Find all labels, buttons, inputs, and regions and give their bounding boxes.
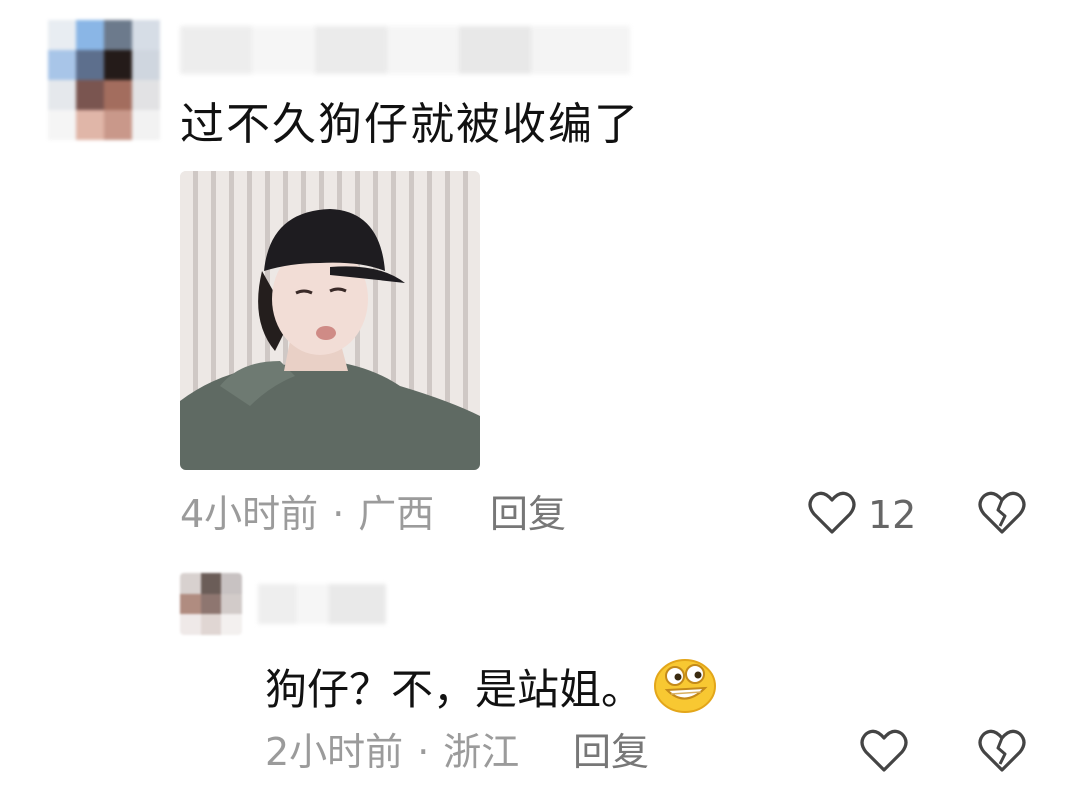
like-button[interactable]: 12 — [808, 490, 916, 540]
comment-text: 过不久狗仔就被收编了 — [180, 99, 640, 150]
comment-image[interactable] — [180, 171, 480, 470]
reply-meta: 2小时前 · 浙江 — [265, 730, 519, 774]
comment-thread: 过不久狗仔就被收编了 4小时前 · 广西 回复 12 狗仔？不，是站姐。 2小时… — [0, 0, 1084, 799]
reply-location: 浙江 — [443, 730, 520, 774]
meta-separator: · — [417, 730, 430, 774]
broken-heart-icon — [978, 491, 1026, 540]
reply-dislike-button[interactable] — [978, 728, 1026, 778]
meta-separator: · — [332, 492, 345, 536]
heart-icon — [808, 490, 856, 540]
like-count: 12 — [868, 493, 917, 537]
comment-location: 广西 — [358, 492, 435, 536]
comment-time: 4小时前 — [180, 492, 319, 536]
reply-text-row: 狗仔？不，是站姐。 — [265, 654, 717, 725]
reply-reply-button[interactable]: 回复 — [573, 730, 649, 774]
reply-time: 2小时前 — [265, 730, 404, 774]
reply-username-blurred[interactable] — [258, 584, 386, 624]
comment-meta: 4小时前 · 广西 — [180, 492, 434, 536]
heart-icon — [860, 728, 908, 778]
username-blurred[interactable] — [180, 26, 630, 74]
reply-text: 狗仔？不，是站姐。 — [265, 664, 644, 714]
avatar[interactable] — [48, 20, 160, 140]
dislike-button[interactable] — [978, 490, 1026, 540]
reply-button[interactable]: 回复 — [490, 492, 566, 536]
grinning-emoji-icon — [653, 654, 717, 725]
reply-like-button[interactable] — [860, 728, 908, 778]
broken-heart-icon — [978, 729, 1026, 778]
reply-avatar[interactable] — [180, 573, 242, 635]
